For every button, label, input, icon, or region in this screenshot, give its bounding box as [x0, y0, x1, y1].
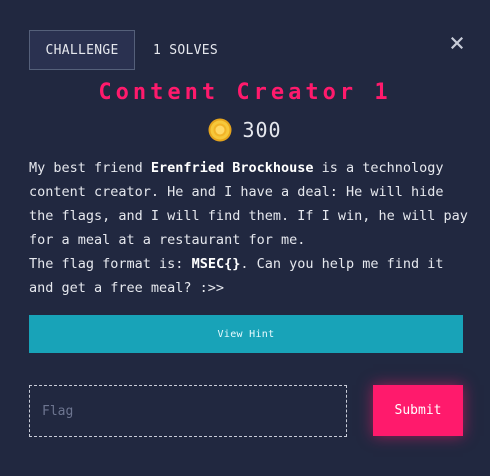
- modal-tabs: CHALLENGE 1 SOLVES: [29, 30, 236, 70]
- tab-solves[interactable]: 1 SOLVES: [135, 30, 236, 70]
- flag-input[interactable]: [29, 385, 347, 437]
- challenge-points: 300: [0, 118, 490, 142]
- view-hint-button[interactable]: View Hint: [29, 315, 463, 353]
- description-highlight-flag-format: MSEC{}: [191, 256, 241, 272]
- coin-icon: [208, 118, 232, 142]
- close-icon[interactable]: [450, 33, 464, 53]
- challenge-modal: CHALLENGE 1 SOLVES Content Creator 1 300…: [0, 0, 490, 476]
- points-value: 300: [242, 118, 282, 142]
- description-text: My best friend: [29, 160, 151, 176]
- description-highlight-name: Erenfried Brockhouse: [150, 160, 314, 176]
- description-paragraph-1: My best friend Erenfried Brockhouse is a…: [29, 156, 469, 252]
- challenge-description: My best friend Erenfried Brockhouse is a…: [29, 156, 469, 300]
- tab-challenge[interactable]: CHALLENGE: [29, 30, 135, 70]
- description-text: The flag format is:: [29, 256, 192, 272]
- description-paragraph-2: The flag format is: MSEC{}. Can you help…: [29, 252, 469, 300]
- submit-button[interactable]: Submit: [373, 385, 463, 436]
- challenge-title: Content Creator 1: [98, 80, 392, 105]
